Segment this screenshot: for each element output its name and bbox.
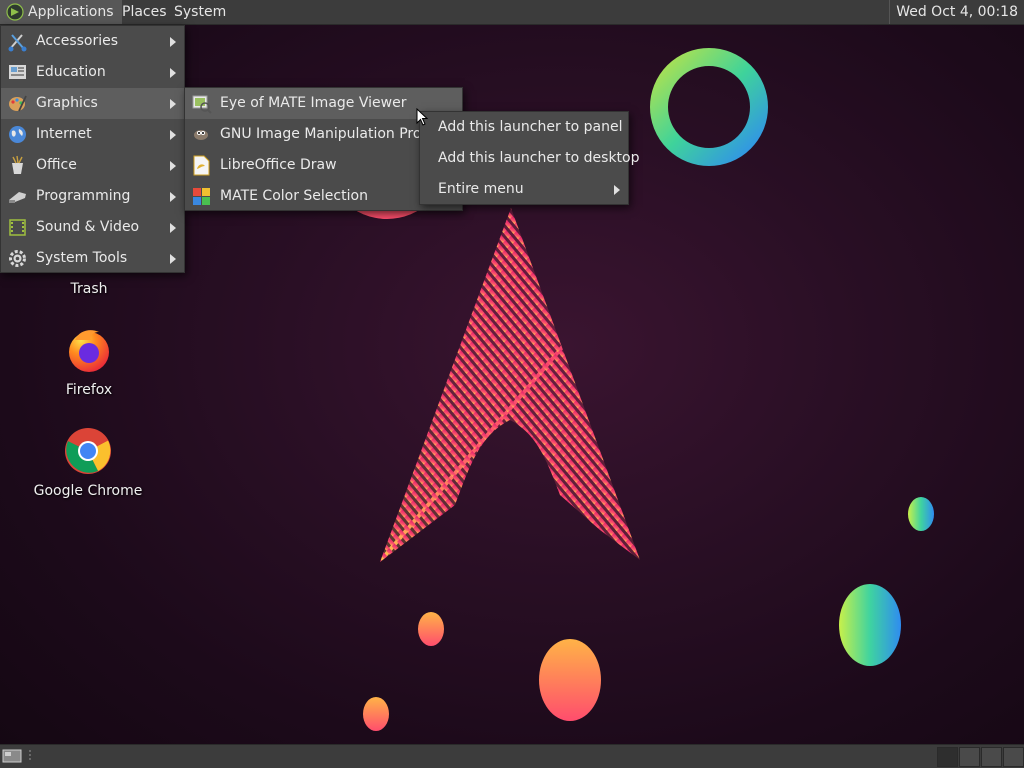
menu-item-graphics[interactable]: Graphics [1, 88, 184, 119]
programming-icon [9, 192, 26, 203]
context-item-entire-menu[interactable]: Entire menu [420, 174, 628, 205]
chrome-icon [65, 428, 111, 474]
image-viewer-icon [192, 95, 212, 114]
panel-grip-icon[interactable] [28, 749, 34, 763]
places-label: Places [122, 4, 167, 20]
workspace-2[interactable] [959, 747, 980, 767]
system-menu-button[interactable]: System [168, 0, 232, 24]
graphics-icon [9, 95, 27, 112]
desktop-icon-firefox[interactable]: Firefox [34, 326, 144, 398]
office-icon [12, 155, 23, 174]
menu-item-system-tools[interactable]: System Tools [1, 243, 184, 274]
firefox-icon [69, 330, 109, 372]
chevron-right-icon [614, 185, 620, 195]
applications-menu: Accessories Education Graphics Internet [0, 25, 185, 273]
desktop-icon-label: Firefox [65, 382, 113, 398]
menu-item-label: Internet [36, 126, 92, 142]
libreoffice-draw-icon [193, 155, 210, 176]
applications-menu-button[interactable]: Applications [0, 0, 122, 24]
chevron-right-icon [170, 223, 176, 233]
color-selection-icon [193, 188, 210, 205]
chevron-right-icon [170, 254, 176, 264]
chevron-right-icon [170, 161, 176, 171]
menu-item-sound-video[interactable]: Sound & Video [1, 212, 184, 243]
accessories-icon [8, 34, 27, 52]
menu-item-label: Eye of MATE Image Viewer [220, 95, 407, 111]
mate-logo-icon [6, 3, 24, 21]
desktop-icon-trash[interactable]: Trash [34, 277, 144, 297]
context-item-add-to-desktop[interactable]: Add this launcher to desktop [420, 143, 640, 174]
menu-item-programming[interactable]: Programming [1, 181, 184, 212]
places-menu-button[interactable]: Places [116, 0, 173, 24]
menu-item-internet[interactable]: Internet [1, 119, 184, 150]
workspace-1[interactable] [937, 747, 958, 767]
education-icon [9, 65, 26, 79]
desktop-icon-google-chrome[interactable]: Google Chrome [33, 427, 143, 499]
menu-item-accessories[interactable]: Accessories [1, 26, 184, 57]
clock[interactable]: Wed Oct 4, 00:18 [889, 0, 1024, 24]
menu-item-label: LibreOffice Draw [220, 157, 337, 173]
workspace-4[interactable] [1003, 747, 1024, 767]
menu-item-education[interactable]: Education [1, 57, 184, 88]
menu-item-label: Graphics [36, 95, 98, 111]
menu-item-label: Education [36, 64, 106, 80]
internet-icon [9, 126, 26, 143]
bottom-panel [0, 744, 1024, 768]
chevron-right-icon [170, 37, 176, 47]
menu-item-label: Accessories [36, 33, 119, 49]
context-item-add-to-panel[interactable]: Add this launcher to panel [420, 112, 628, 143]
gimp-icon [194, 130, 208, 140]
context-item-label: Entire menu [438, 181, 524, 197]
top-panel: Applications Places System Wed Oct 4, 00… [0, 0, 1024, 25]
menu-item-label: Office [36, 157, 77, 173]
chevron-right-icon [170, 68, 176, 78]
menu-item-label: Programming [36, 188, 131, 204]
system-label: System [174, 4, 227, 20]
workspace-3[interactable] [981, 747, 1002, 767]
sound-video-icon [9, 219, 26, 236]
desktop-icon-label: Trash [70, 281, 108, 297]
applications-label: Applications [28, 4, 114, 20]
context-item-label: Add this launcher to desktop [438, 150, 640, 166]
menu-item-office[interactable]: Office [1, 150, 184, 181]
chevron-right-icon [170, 130, 176, 140]
system-tools-icon [9, 250, 26, 267]
menu-item-label: MATE Color Selection [220, 188, 368, 204]
launcher-context-menu: Add this launcher to panel Add this laun… [419, 111, 640, 205]
chevron-right-icon [170, 99, 176, 109]
menu-item-label: System Tools [36, 250, 128, 266]
context-item-label: Add this launcher to panel [438, 119, 623, 135]
menu-item-label: Sound & Video [36, 219, 140, 235]
desktop-icon-label: Google Chrome [33, 483, 143, 499]
chevron-right-icon [170, 192, 176, 202]
show-desktop-icon[interactable] [2, 748, 22, 764]
mouse-cursor-icon [416, 108, 428, 126]
